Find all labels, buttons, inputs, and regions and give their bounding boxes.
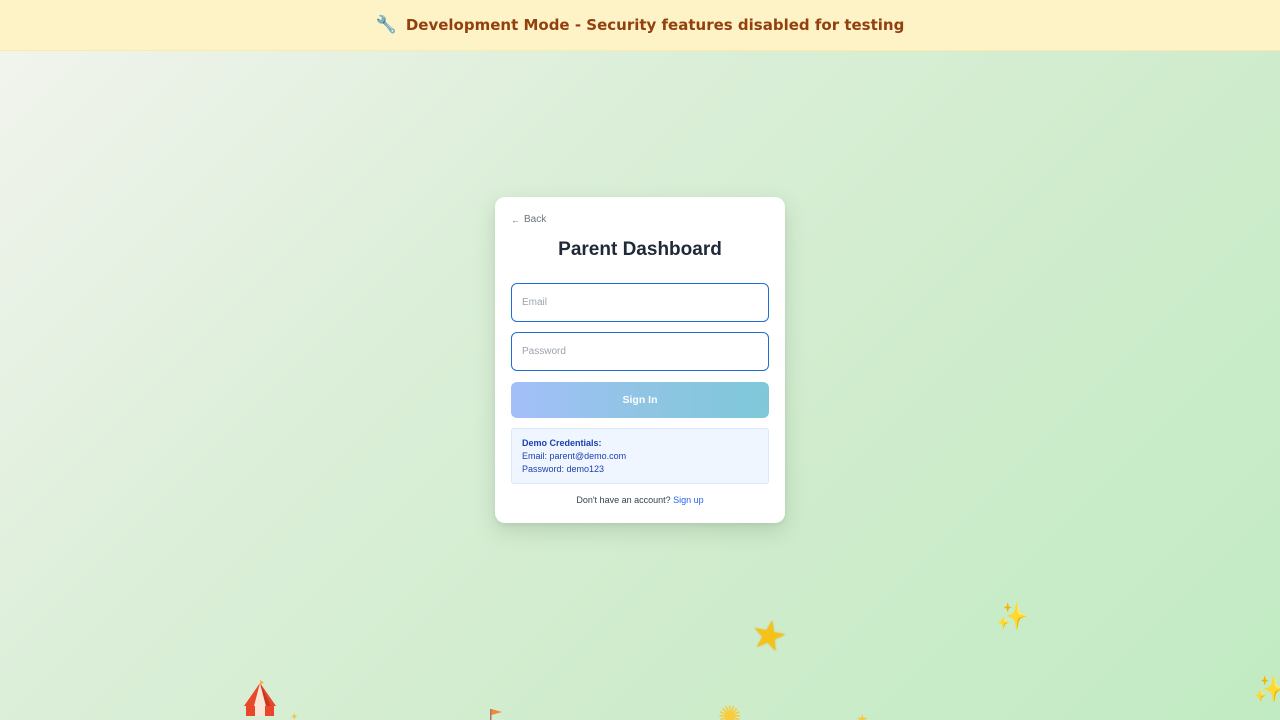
password-field[interactable] <box>511 332 769 371</box>
sparkle-icon: ✦ <box>290 712 299 720</box>
circus-tent-icon <box>244 680 276 716</box>
login-card: ← Back Parent Dashboard Sign In Demo Cre… <box>495 197 785 523</box>
page-title: Parent Dashboard <box>558 239 722 260</box>
demo-credentials-box: Demo Credentials: Email: parent@demo.com… <box>511 428 769 484</box>
back-link[interactable]: ← Back <box>511 214 546 225</box>
sign-in-button[interactable]: Sign In <box>511 382 769 418</box>
back-label: Back <box>524 214 547 225</box>
sun-icon: ✺ <box>718 701 742 720</box>
sign-up-link[interactable]: Sign up <box>673 495 704 505</box>
demo-password: Password: demo123 <box>522 464 605 474</box>
signup-prompt-line: Don't have an account? Sign up <box>495 495 785 505</box>
email-field[interactable] <box>511 283 769 322</box>
wrench-icon: 🔧 <box>375 15 397 35</box>
star-icon: ★ <box>856 711 869 720</box>
dev-mode-text: Development Mode - Security features dis… <box>405 16 905 34</box>
arrow-left-icon: ← <box>511 214 520 225</box>
signup-prompt: Don't have an account? <box>576 495 671 505</box>
star-icon: ★ <box>746 610 792 662</box>
demo-credentials-heading: Demo Credentials: <box>522 438 602 448</box>
sparkles-icon: ✨ <box>1253 674 1280 704</box>
flag-icon <box>490 709 502 720</box>
dev-mode-banner: 🔧 Development Mode - Security features d… <box>0 0 1280 51</box>
sparkles-icon: ✨ <box>996 601 1029 631</box>
demo-email: Email: parent@demo.com <box>522 451 627 461</box>
